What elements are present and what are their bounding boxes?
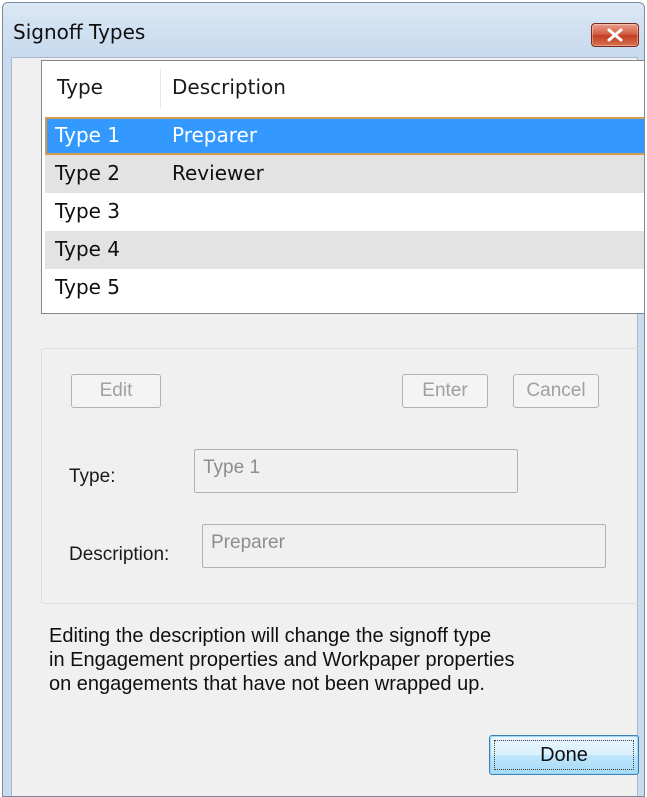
type-field[interactable]: Type 1: [194, 449, 518, 493]
column-header-type[interactable]: Type: [57, 75, 103, 99]
close-x-icon: [607, 28, 623, 42]
list-row-type-2[interactable]: Type 2 Reviewer: [45, 155, 644, 193]
dialog-body: Type Description Type 1 Preparer Type 2 …: [11, 57, 644, 796]
row-description-cell: Preparer: [172, 123, 258, 147]
edit-button[interactable]: Edit: [71, 374, 161, 408]
note-line-3: on engagements that have not been wrappe…: [49, 673, 485, 695]
list-row-type-4[interactable]: Type 4: [45, 231, 644, 269]
focus-rectangle: [494, 740, 634, 770]
row-type-cell: Type 5: [55, 275, 121, 299]
enter-button[interactable]: Enter: [402, 374, 488, 408]
info-note: Editing the description will change the …: [49, 624, 639, 696]
cancel-button[interactable]: Cancel: [513, 374, 599, 408]
window-title: Signoff Types: [13, 20, 146, 44]
column-header-description[interactable]: Description: [172, 75, 286, 99]
note-line-2: in Engagement properties and Workpaper p…: [49, 649, 515, 671]
list-row-type-1[interactable]: Type 1 Preparer: [45, 117, 644, 155]
row-type-cell: Type 2: [55, 161, 121, 185]
note-line-1: Editing the description will change the …: [49, 625, 492, 647]
signoff-types-list[interactable]: Type Description Type 1 Preparer Type 2 …: [41, 60, 644, 314]
description-field[interactable]: Preparer: [202, 524, 606, 568]
column-separator[interactable]: [160, 69, 161, 109]
edit-group: Edit Enter Cancel Type: Type 1 Descripti…: [41, 348, 644, 604]
row-description-cell: Reviewer: [172, 161, 264, 185]
close-button[interactable]: [591, 23, 639, 47]
list-header: Type Description: [42, 61, 644, 117]
done-button[interactable]: Done: [489, 735, 639, 775]
description-label: Description:: [69, 544, 170, 565]
row-type-cell: Type 4: [55, 237, 121, 261]
type-label: Type:: [69, 466, 116, 487]
list-row-type-3[interactable]: Type 3: [45, 193, 644, 231]
signoff-types-dialog: Signoff Types Type Description Type 1 Pr…: [2, 2, 645, 797]
title-bar[interactable]: Signoff Types: [3, 3, 644, 57]
row-type-cell: Type 1: [55, 123, 121, 147]
list-row-type-5[interactable]: Type 5: [45, 269, 644, 307]
row-type-cell: Type 3: [55, 199, 121, 223]
